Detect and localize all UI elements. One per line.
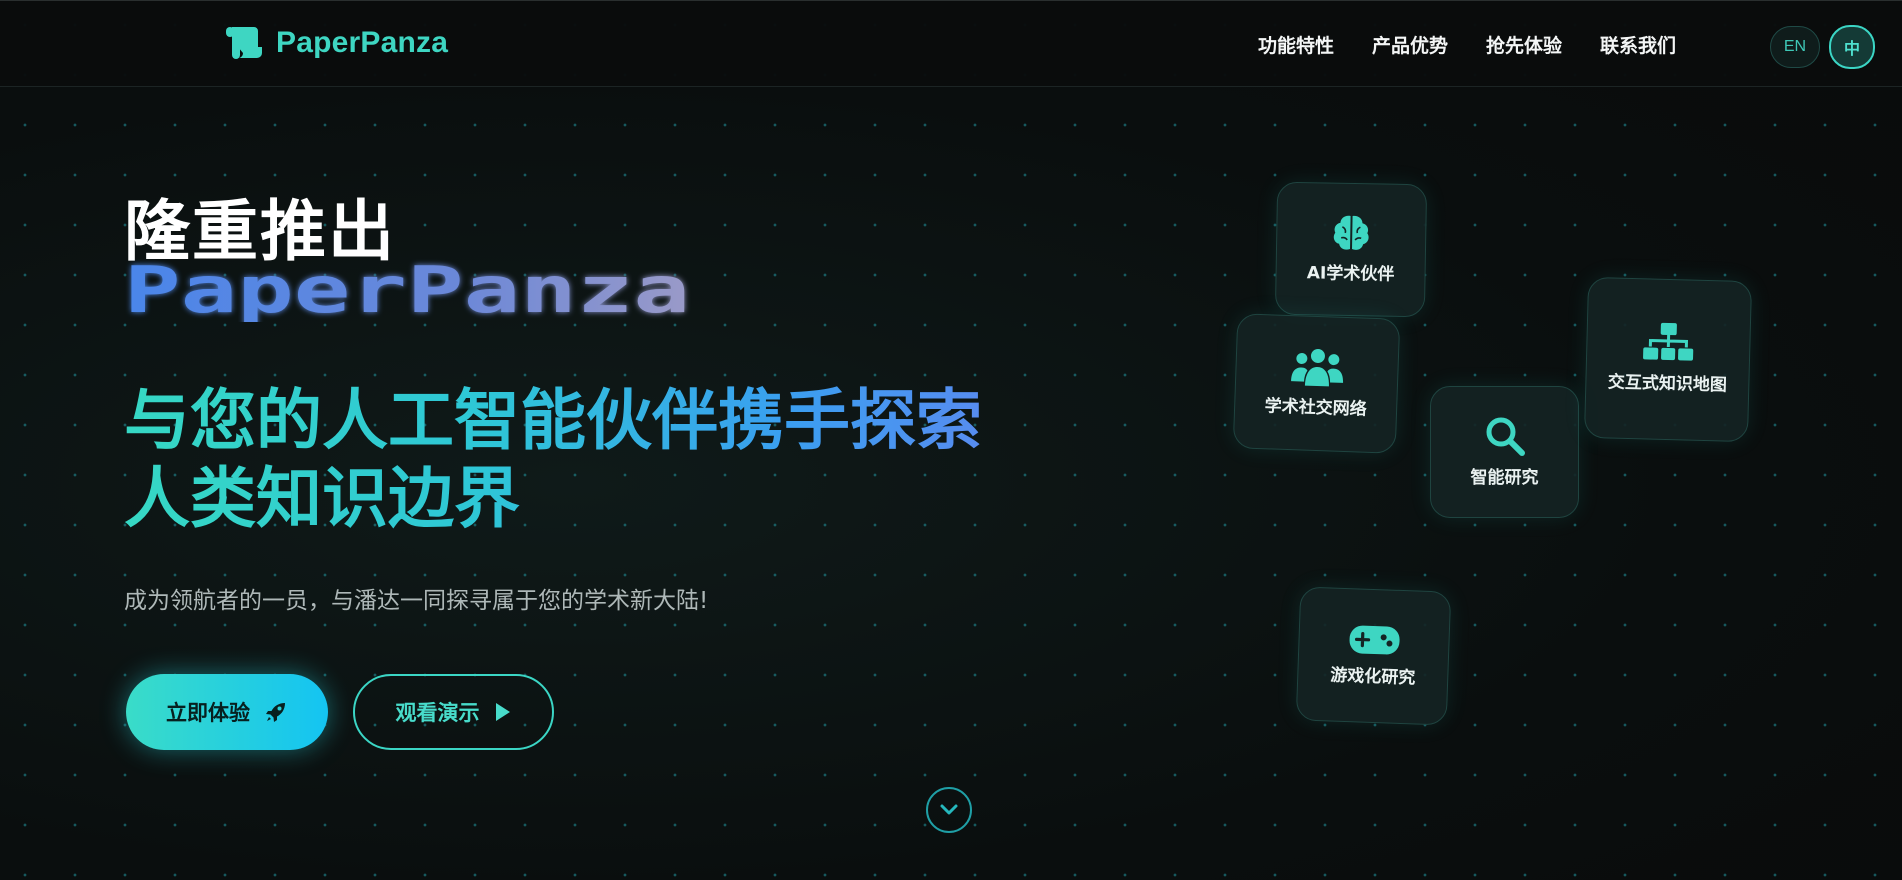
try-now-button[interactable]: 立即体验	[126, 674, 328, 750]
watch-demo-button[interactable]: 观看演示	[353, 674, 554, 750]
top-nav: PaperPanza 功能特性 产品优势 抢先体验 联系我们 EN 中	[0, 0, 1902, 87]
nav-link-advantages[interactable]: 产品优势	[1372, 31, 1448, 58]
pixel-brand-title: PaperPanza	[124, 256, 690, 322]
hero-headline: 与您的人工智能伙伴携手探索 人类知识边界	[124, 382, 1004, 538]
nav-link-features[interactable]: 功能特性	[1258, 31, 1334, 58]
nav-link-contact[interactable]: 联系我们	[1600, 31, 1676, 58]
nav-links: 功能特性 产品优势 抢先体验 联系我们	[1258, 31, 1676, 58]
hero-subtitle: 成为领航者的一员，与潘达一同探寻属于您的学术新大陆!	[124, 588, 709, 614]
nav-link-early-access[interactable]: 抢先体验	[1486, 31, 1562, 58]
gamepad-icon	[1349, 625, 1400, 654]
brand-logo[interactable]: PaperPanza	[224, 25, 448, 61]
page: PaperPanza 功能特性 产品优势 抢先体验 联系我们 EN 中 隆重推出…	[0, 0, 1902, 880]
feature-label-knowledge-map: 交互式知识地图	[1607, 372, 1728, 396]
headline-line-1: 与您的人工智能伙伴携手探索	[124, 382, 982, 459]
feature-label-ai-partner: AI学术伙伴	[1306, 263, 1395, 285]
headline-line-2: 人类知识边界	[124, 460, 520, 537]
lang-en-button[interactable]: EN	[1770, 26, 1820, 68]
try-now-label: 立即体验	[166, 701, 250, 725]
scroll-down-button[interactable]	[926, 787, 972, 833]
users-icon	[1290, 349, 1343, 387]
feature-card-smart-research[interactable]: 智能研究	[1430, 386, 1579, 518]
scroll-logo-icon	[226, 27, 262, 59]
feature-card-knowledge-map[interactable]: 交互式知识地图	[1583, 276, 1753, 443]
lang-zh-button[interactable]: 中	[1829, 25, 1875, 69]
sitemap-icon	[1643, 322, 1694, 361]
feature-label-social-network: 学术社交网络	[1264, 396, 1367, 420]
rocket-icon	[266, 703, 285, 722]
feature-card-ai-partner[interactable]: AI学术伙伴	[1274, 181, 1428, 318]
feature-label-smart-research: 智能研究	[1470, 467, 1539, 488]
watch-demo-label: 观看演示	[395, 701, 480, 725]
brand-name: PaperPanza	[276, 26, 449, 59]
pixel-title-text: PaperPanza	[124, 256, 690, 322]
feature-label-gamified-research: 游戏化研究	[1329, 665, 1416, 688]
search-icon	[1486, 417, 1525, 456]
play-icon	[495, 703, 510, 721]
brain-icon	[1333, 215, 1369, 250]
chevron-down-icon	[940, 804, 958, 815]
feature-card-gamified-research[interactable]: 游戏化研究	[1295, 586, 1452, 726]
feature-card-social-network[interactable]: 学术社交网络	[1232, 313, 1401, 454]
